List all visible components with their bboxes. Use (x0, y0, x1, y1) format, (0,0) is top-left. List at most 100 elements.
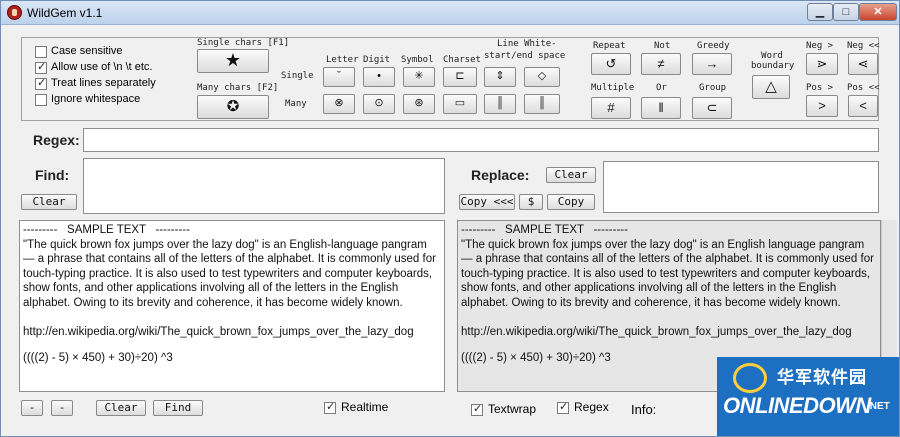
neg-behind-label: Neg << (847, 41, 880, 51)
ignore-whitespace-checkbox[interactable] (35, 94, 47, 106)
or-button[interactable]: ‖ (641, 97, 681, 119)
find-input[interactable] (83, 158, 445, 214)
white-space-button[interactable]: ◇ (524, 67, 560, 87)
dot-icon: • (377, 70, 381, 82)
treat-lines-checkbox[interactable] (35, 76, 47, 90)
case-sensitive-label: Case sensitive (51, 45, 123, 57)
neg-right-icon: ⋗ (816, 56, 828, 71)
bottom-find-button[interactable]: Find (153, 400, 203, 416)
title-bar: WildGem v1.1 ▁ □ ✕ (1, 1, 899, 25)
diamond-icon: ◇ (537, 70, 547, 82)
many-white-button[interactable]: ║ (524, 94, 560, 114)
close-button[interactable]: ✕ (859, 3, 897, 21)
case-sensitive-checkbox[interactable] (35, 46, 47, 58)
single-chars-button[interactable]: ★ (197, 49, 269, 73)
watermark-cn: 华军软件园 (777, 368, 867, 387)
or-label: Or (656, 83, 667, 93)
asterisk-icon: ✳ (414, 70, 424, 82)
replace-input[interactable] (603, 161, 879, 213)
symbol-many-icon: ⊛ (414, 97, 424, 109)
allow-escapes-label: Allow use of \n \t etc. (51, 61, 153, 73)
word-boundary-label: Word boundary (751, 51, 795, 71)
many-symbol-button[interactable]: ⊛ (403, 94, 435, 114)
single-digit-button[interactable]: • (363, 67, 395, 87)
symbol-label: Symbol (401, 55, 434, 65)
find-clear-button[interactable]: Clear (21, 194, 77, 210)
single-row-label: Single (281, 71, 314, 81)
star-circle-icon: ✪ (226, 98, 240, 115)
letter-label: Letter (326, 55, 359, 65)
many-chars-label: Many chars [F2] (197, 83, 279, 93)
many-chars-button[interactable]: ✪ (197, 95, 269, 119)
not-button[interactable]: ≠ (641, 53, 681, 75)
watermark-en: ONLINEDOWN (723, 393, 871, 418)
many-row-label: Many (285, 99, 307, 109)
sample-url: http://en.wikipedia.org/wiki/The_quick_b… (23, 325, 414, 338)
realtime-checkbox[interactable] (324, 400, 336, 414)
regex-checkbox[interactable] (557, 400, 569, 414)
neg-ahead-button[interactable]: ⋗ (806, 53, 838, 75)
many-digit-button[interactable]: ⊙ (363, 94, 395, 114)
increase-font-button[interactable]: - (51, 400, 73, 416)
group-button[interactable]: ⊂ (692, 97, 732, 119)
watermark-net: .NET (867, 401, 890, 412)
repeat-label: Repeat (593, 41, 626, 51)
app-window: WildGem v1.1 ▁ □ ✕ Case sensitive Allow … (0, 0, 900, 437)
line-start-end-button[interactable]: ⇕ (484, 67, 516, 87)
many-charset-button[interactable]: ▭ (443, 94, 477, 114)
not-label: Not (654, 41, 671, 51)
sample-paragraph: "The quick brown fox jumps over the lazy… (23, 238, 440, 309)
not-equal-icon: ≠ (657, 56, 665, 71)
neg-behind-button[interactable]: ⋖ (848, 53, 878, 75)
many-letter-button[interactable]: ⊗ (323, 94, 355, 114)
ignore-whitespace-label: Ignore whitespace (51, 93, 141, 105)
result-header: --------- SAMPLE TEXT --------- (461, 224, 628, 236)
pos-behind-label: Pos << (847, 83, 880, 93)
pos-ahead-button[interactable]: > (806, 95, 838, 117)
maximize-icon: □ (842, 6, 850, 18)
source-text-area[interactable]: --------- SAMPLE TEXT --------- "The qui… (19, 220, 445, 392)
minimize-button[interactable]: ▁ (807, 3, 833, 21)
hash-icon: # (607, 100, 615, 115)
start-end-space-label: start/end space (484, 51, 566, 61)
single-charset-button[interactable]: ⊏ (443, 67, 477, 87)
close-icon: ✕ (873, 6, 883, 18)
word-boundary-button[interactable]: △ (752, 75, 790, 99)
bars-icon: ║ (496, 97, 504, 109)
star-icon: ★ (224, 50, 242, 70)
pos-right-icon: > (818, 98, 826, 113)
many-line-button[interactable]: ║ (484, 94, 516, 114)
replace-clear-button[interactable]: Clear (546, 167, 596, 183)
textwrap-checkbox[interactable] (471, 402, 483, 416)
regex-input[interactable] (83, 128, 879, 152)
textwrap-label: Textwrap (488, 402, 537, 416)
breve-icon: ˇ (337, 70, 341, 82)
copy-button[interactable]: Copy (547, 194, 595, 210)
find-label: Find: (35, 167, 70, 183)
single-letter-button[interactable]: ˇ (323, 67, 355, 87)
treat-lines-label: Treat lines separately (51, 77, 156, 89)
info-label: Info: (631, 402, 657, 417)
copy-back-button[interactable]: Copy <<< (459, 194, 515, 210)
digit-label: Digit (363, 55, 391, 65)
multiple-button[interactable]: # (591, 97, 631, 119)
regex-label: Regex: (33, 132, 80, 148)
repeat-button[interactable]: ↺ (591, 53, 631, 75)
dollar-button[interactable]: $ (519, 194, 543, 210)
letter-many-icon: ⊗ (334, 97, 344, 109)
group-icon: ⊂ (706, 100, 718, 115)
circle-dot-icon: ⊙ (374, 97, 384, 109)
single-chars-label: Single chars [F1] (197, 38, 290, 48)
pos-left-icon: < (859, 98, 867, 113)
maximize-button[interactable]: □ (833, 3, 859, 21)
charset-label: Charset (443, 55, 481, 65)
watermark-ring-icon (733, 363, 767, 393)
decrease-font-button[interactable]: - (21, 400, 43, 416)
line-white-label: Line White- (497, 39, 557, 49)
greedy-button[interactable]: → (692, 53, 732, 75)
allow-escapes-checkbox[interactable] (35, 60, 47, 74)
single-symbol-button[interactable]: ✳ (403, 67, 435, 87)
window-title: WildGem v1.1 (27, 6, 103, 20)
bottom-clear-button[interactable]: Clear (96, 400, 146, 416)
pos-behind-button[interactable]: < (848, 95, 878, 117)
